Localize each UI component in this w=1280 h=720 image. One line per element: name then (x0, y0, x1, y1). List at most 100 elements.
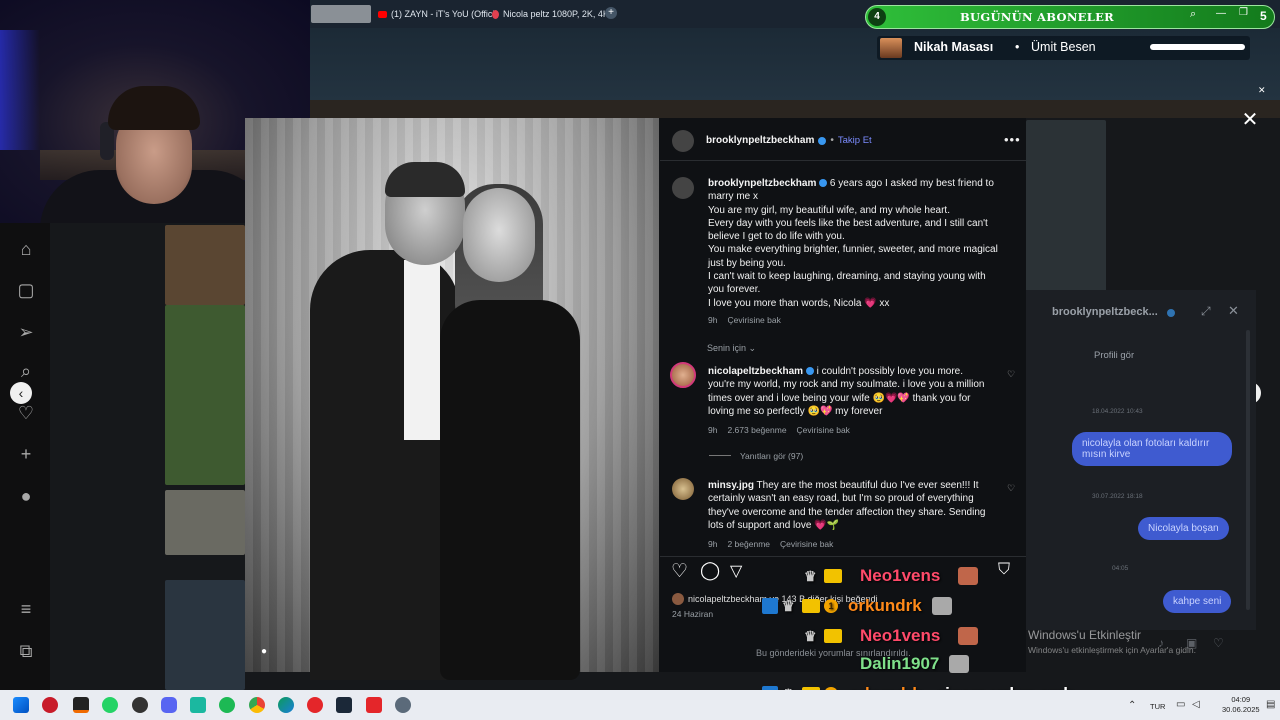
dm-chat-title[interactable]: brooklynpeltzbeck... (1052, 306, 1158, 318)
app-icon[interactable] (132, 697, 148, 713)
bookmark-icon[interactable]: ⛉ (998, 561, 1010, 579)
view-profile-button[interactable]: Profili gör (1094, 350, 1134, 361)
discord-icon[interactable] (161, 697, 177, 713)
translate-link[interactable]: Çevirisine bak (780, 539, 833, 549)
translate-link[interactable]: Çevirisine bak (797, 425, 850, 435)
close-overlay-icon[interactable]: ✕ (1258, 85, 1266, 96)
menu-icon[interactable]: ≡ (15, 598, 37, 620)
author-avatar[interactable] (672, 130, 694, 152)
send-icon[interactable]: ➢ (15, 321, 37, 343)
chat-username: Neo1vens (860, 566, 941, 585)
restore-icon[interactable]: ❐ (1239, 7, 1248, 18)
volume-icon[interactable]: ◁ (1192, 699, 1200, 710)
comment-username[interactable]: minsy.jpg (708, 480, 754, 491)
dm-timestamp: 30.07.2022 18:18 (1092, 493, 1143, 500)
subscriber-count: 4 (868, 8, 886, 26)
dm-heart-icon[interactable]: ♡ (1213, 636, 1224, 650)
view-replies-link[interactable]: Yanıtları gör (97) (740, 451, 803, 461)
dm-close-icon[interactable]: ✕ (1228, 303, 1239, 319)
browser-tab-youtube[interactable]: (1) ZAYN - iT's YoU (Offici (378, 6, 494, 22)
for-you-dropdown[interactable]: Senin için ⌄ (707, 343, 756, 354)
app-icon[interactable] (190, 697, 206, 713)
create-icon[interactable]: + (15, 443, 37, 465)
tagged-user-icon[interactable]: ● (258, 646, 270, 658)
translate-link[interactable]: Çevirisine bak (727, 315, 780, 325)
chevron-down-icon: ⌄ (748, 343, 757, 353)
emote-icon (931, 597, 952, 615)
opera-icon[interactable] (42, 697, 58, 713)
crown-badge-icon (802, 599, 820, 613)
song-progress-bar (1150, 44, 1245, 50)
search-icon[interactable]: ⌕ (15, 360, 37, 382)
comment-username[interactable]: nicolapeltzbeckham (708, 366, 803, 377)
likes-count[interactable]: 2 beğenme (727, 539, 770, 549)
profile-avatar-icon[interactable]: ● (15, 485, 37, 507)
comment-meta: 9h 2.673 beğenme Çevirisine bak (708, 425, 850, 435)
youtube-app-icon[interactable] (366, 697, 382, 713)
apps-icon[interactable]: ⧉ (15, 640, 37, 662)
chrome-icon[interactable] (249, 697, 265, 713)
follow-button[interactable]: Takip Et (838, 135, 872, 146)
heart-icon[interactable]: ♡ (15, 402, 37, 424)
dm-timestamp: 04:05 (1112, 565, 1129, 572)
more-options-icon[interactable]: ••• (1004, 132, 1021, 147)
verified-icon (819, 179, 828, 188)
language-indicator[interactable]: TUR (1150, 702, 1165, 711)
minimize-icon[interactable]: — (1216, 8, 1226, 19)
start-icon[interactable] (13, 697, 29, 713)
home-icon[interactable]: ⌂ (15, 238, 37, 260)
likes-count[interactable]: 2.673 beğenme (727, 425, 786, 435)
like-heart-icon[interactable]: ♡ (671, 560, 688, 583)
comment-bubble-icon[interactable]: ◯ (700, 560, 720, 581)
author-username[interactable]: brooklynpeltzbeckham (706, 135, 814, 146)
edge-icon[interactable] (278, 697, 294, 713)
background-thumbnail (165, 225, 245, 305)
expand-icon[interactable]: ⤢ (1201, 304, 1211, 319)
clock[interactable]: 04:09 30.06.2025 (1222, 695, 1260, 715)
chat-message: Dalin1907 (860, 654, 970, 674)
steam-icon[interactable] (336, 697, 352, 713)
pinterest-icon (492, 9, 499, 19)
search-icon[interactable]: ⌕ (1190, 8, 1196, 21)
chat-message: ♛ Neo1vens (804, 626, 979, 646)
caption-avatar[interactable] (672, 177, 694, 199)
post-header: brooklynpeltzbeckham • Takip Et (706, 135, 872, 146)
windows-activate-title: Windows'u Etkinleştir (1028, 628, 1141, 642)
whatsapp-icon[interactable] (102, 697, 118, 713)
photo-figure-woman (440, 300, 580, 680)
song-title: Nikah Masası (914, 40, 994, 54)
notification-icon[interactable]: ▤ (1266, 699, 1275, 710)
prev-post-button[interactable]: ‹ (10, 382, 32, 404)
spotify-icon[interactable] (219, 697, 235, 713)
chat-username: Dalin1907 (860, 654, 940, 673)
caption-username[interactable]: brooklynpeltzbeckham (708, 178, 816, 189)
emote-icon (949, 655, 970, 673)
reels-icon[interactable]: ▢ (15, 279, 37, 301)
chat-message: ♛ Neo1vens (804, 566, 979, 586)
subscriber-corner-count: 5 (1260, 9, 1267, 23)
browser-tab-inactive[interactable] (311, 5, 371, 23)
dm-message[interactable]: kahpe seni (1163, 590, 1232, 613)
background-thumbnail (165, 305, 245, 485)
dm-scrollbar[interactable] (1246, 330, 1250, 610)
crown-badge-icon (824, 629, 842, 643)
dm-message[interactable]: nicolayla olan fotoları kaldırır mısın k… (1072, 432, 1232, 466)
like-comment-icon[interactable]: ♡ (1007, 369, 1015, 380)
song-separator: • (1015, 40, 1020, 54)
verified-icon (1167, 309, 1175, 317)
close-icon[interactable]: ✕ (1240, 110, 1260, 130)
like-comment-icon[interactable]: ♡ (1007, 483, 1015, 494)
browser-tab-pinterest[interactable]: Nicola peltz 1080P, 2K, 4K (492, 6, 609, 22)
new-tab-button[interactable]: + (605, 7, 617, 19)
settings-icon[interactable] (395, 697, 411, 713)
tray-up-icon[interactable]: ⌃ (1128, 700, 1136, 711)
commenter-avatar[interactable] (672, 478, 694, 500)
share-send-icon[interactable]: ▽ (730, 561, 742, 581)
network-icon[interactable]: ▭ (1176, 699, 1185, 710)
media-app-icon[interactable] (73, 697, 89, 713)
yandex-icon[interactable] (307, 697, 323, 713)
divider (709, 455, 731, 456)
dm-message[interactable]: Nicolayla boşan (1138, 517, 1229, 540)
commenter-avatar[interactable] (670, 362, 696, 388)
sword-badge-icon: ♛ (782, 598, 795, 614)
